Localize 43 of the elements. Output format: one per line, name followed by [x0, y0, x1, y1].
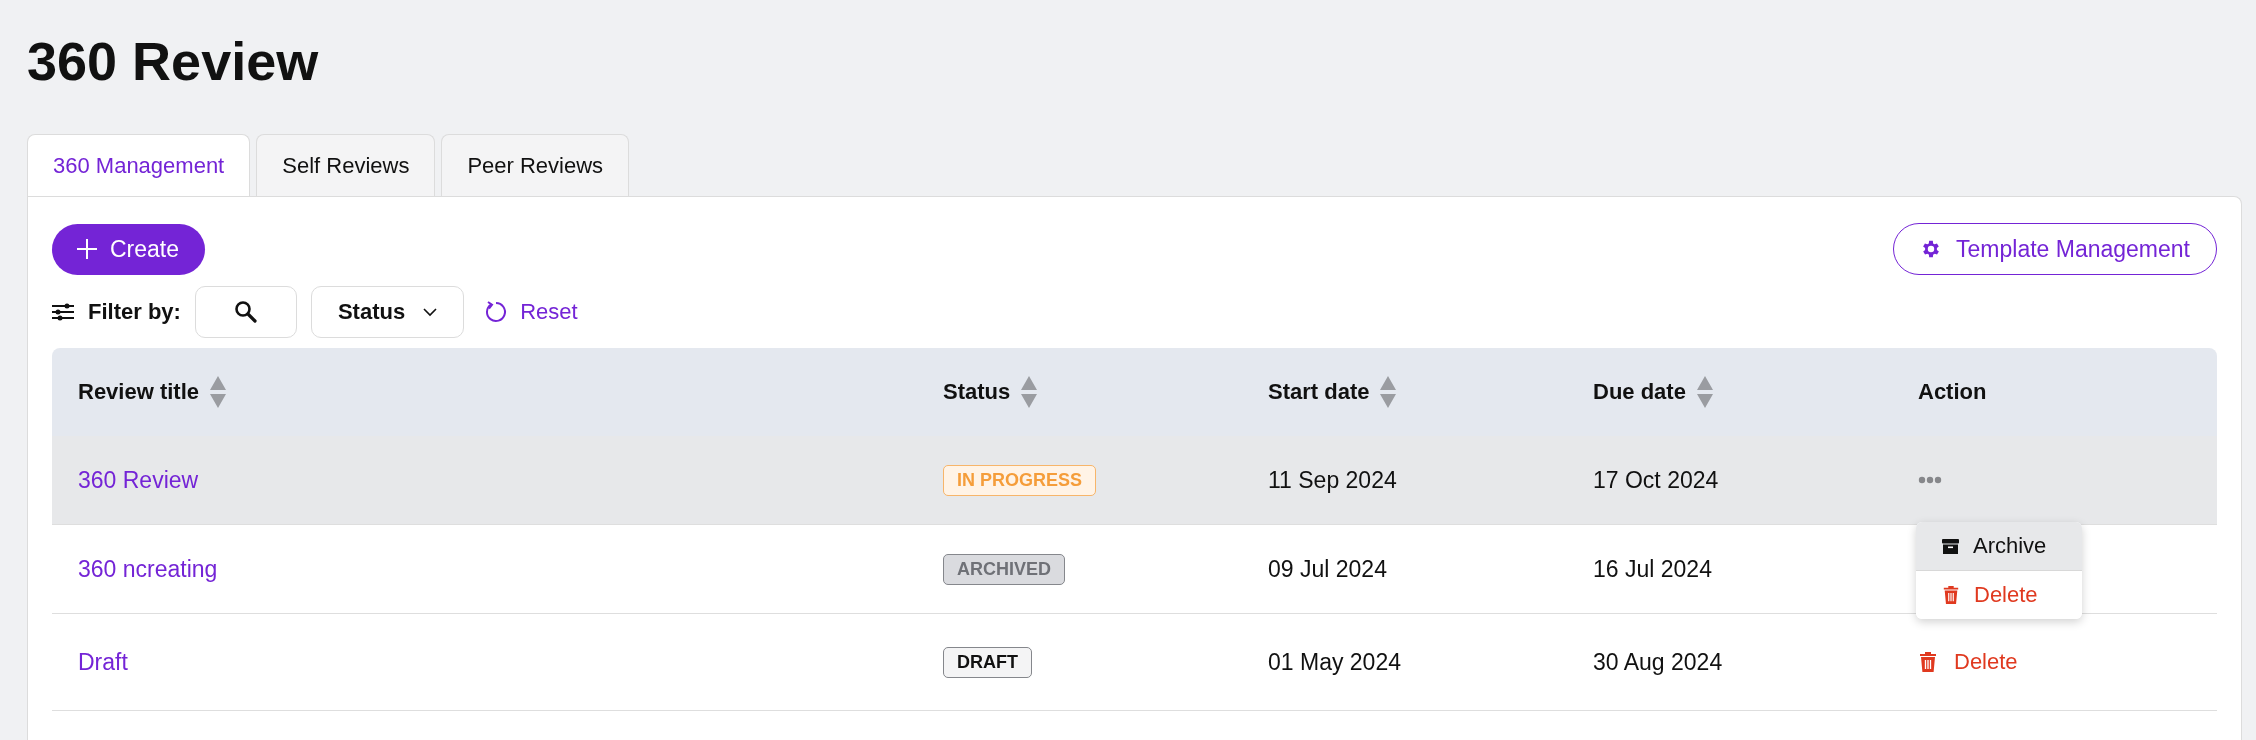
- start-date: 11 Sep 2024: [1268, 466, 1397, 493]
- due-date: 17 Oct 2024: [1593, 466, 1719, 493]
- column-header[interactable]: Review title: [78, 375, 228, 409]
- delete-button[interactable]: Delete: [1918, 649, 2018, 675]
- tab[interactable]: Peer Reviews: [441, 134, 630, 196]
- trash-icon: [1942, 585, 1960, 605]
- column-header[interactable]: Status: [943, 375, 1039, 409]
- plus-icon: [76, 238, 98, 260]
- review-title-link[interactable]: 360 Review: [78, 466, 199, 493]
- create-button[interactable]: Create: [52, 223, 206, 275]
- archive-box-icon: [1942, 537, 1959, 555]
- status-badge: DRAFT: [943, 646, 1032, 678]
- review-title-link[interactable]: Draft: [78, 648, 128, 675]
- menu-item[interactable]: Delete: [1916, 571, 2082, 619]
- more-icon[interactable]: [1918, 476, 1942, 484]
- column-header[interactable]: Due date: [1593, 375, 1714, 409]
- search-button[interactable]: [194, 286, 297, 338]
- due-date: 16 Jul 2024: [1593, 555, 1712, 582]
- status-badge: IN PROGRESS: [943, 464, 1097, 496]
- sort-icon[interactable]: [1695, 375, 1714, 409]
- chevron-down-icon: [423, 307, 438, 317]
- start-date: 09 Jul 2024: [1268, 555, 1387, 582]
- review-title-link[interactable]: 360 ncreating: [78, 555, 218, 582]
- template-management-button[interactable]: Template Management: [1893, 223, 2217, 275]
- tab[interactable]: 360 Management: [27, 134, 251, 196]
- refresh-icon: [484, 300, 509, 324]
- sort-icon[interactable]: [1379, 375, 1398, 409]
- sliders-icon: [52, 302, 74, 322]
- sort-icon[interactable]: [209, 375, 228, 409]
- menu-item[interactable]: Archive: [1916, 522, 2082, 571]
- search-icon: [233, 300, 258, 324]
- trash-icon: [1918, 651, 1938, 673]
- sort-icon[interactable]: [1020, 375, 1039, 409]
- start-date: 01 May 2024: [1268, 648, 1401, 675]
- filter-label: Filter by:: [88, 299, 181, 325]
- status-dropdown[interactable]: Status: [310, 286, 465, 338]
- column-header[interactable]: Start date: [1268, 375, 1398, 409]
- reset-button[interactable]: Reset: [478, 299, 584, 325]
- due-date: 30 Aug 2024: [1593, 648, 1723, 675]
- page-title: 360 Review: [27, 30, 320, 93]
- tab[interactable]: Self Reviews: [256, 134, 436, 196]
- status-badge: ARCHIVED: [943, 553, 1065, 585]
- column-header: Action: [1918, 379, 1987, 405]
